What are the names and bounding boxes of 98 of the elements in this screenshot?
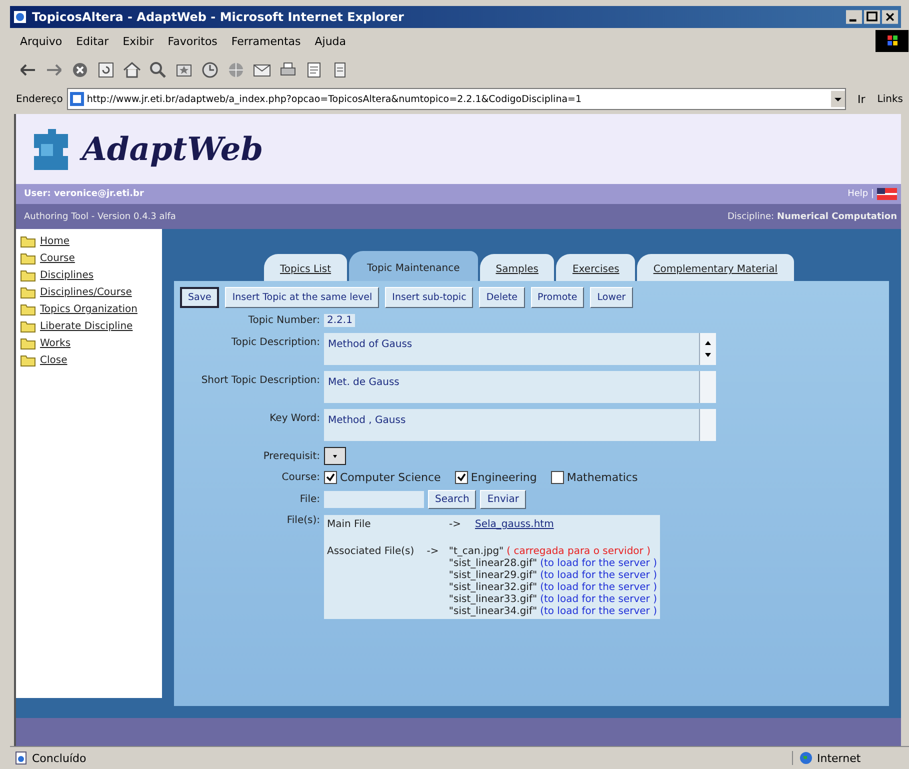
- user-email: User: veronice@jr.eti.br: [24, 189, 144, 199]
- upload-status: (to load for the server ): [540, 594, 657, 605]
- globe-icon: [799, 751, 813, 765]
- close-button[interactable]: [882, 10, 898, 24]
- action-button[interactable]: Insert sub-topic: [385, 287, 474, 308]
- checkbox[interactable]: [550, 471, 564, 484]
- upload-status: (to load for the server ): [540, 558, 657, 569]
- arrow-text: ->: [426, 546, 440, 559]
- action-button[interactable]: Promote: [530, 287, 584, 308]
- file-button[interactable]: Search: [428, 490, 476, 509]
- file-name: "sist_linear32.gif": [448, 582, 538, 593]
- history-icon[interactable]: [200, 60, 220, 80]
- field-label: Topic Number:: [247, 315, 320, 326]
- go-button[interactable]: Ir: [850, 92, 874, 106]
- sidebar-link[interactable]: Disciplines/Course: [40, 287, 132, 298]
- file-button[interactable]: Enviar: [480, 490, 526, 509]
- file-name: "sist_linear34.gif": [448, 606, 538, 617]
- menu-item[interactable]: Exibir: [122, 34, 154, 48]
- logo-text: AdaptWeb: [82, 130, 264, 168]
- menu-item[interactable]: Favoritos: [168, 34, 218, 48]
- field-label: Short Topic Description:: [200, 374, 320, 386]
- minimize-button[interactable]: [846, 10, 862, 24]
- topic-number: 2.2.1: [324, 314, 356, 327]
- folder-icon: [20, 286, 36, 299]
- discipline-name: Numerical Computation: [777, 212, 897, 222]
- maximize-button[interactable]: [864, 10, 880, 24]
- page-icon: [14, 751, 28, 765]
- address-field[interactable]: http://www.jr.eti.br/adaptweb/a_index.php?opcao=TopicosAltera&numtopico=2.2.1&CodigoDisciplina=1: [66, 88, 846, 110]
- text-area[interactable]: Method , Gauss: [324, 409, 716, 441]
- tab[interactable]: Complementary Material: [637, 254, 794, 281]
- sidebar-link[interactable]: Disciplines: [40, 270, 94, 281]
- home-icon[interactable]: [122, 60, 142, 80]
- flag-icon[interactable]: [877, 188, 897, 200]
- upload-status: (to load for the server ): [540, 606, 657, 617]
- field-label: File:: [298, 494, 320, 505]
- browser-icon: [13, 10, 27, 24]
- folder-icon: [20, 320, 36, 333]
- status-text: Concluído: [32, 752, 86, 764]
- sidebar-link[interactable]: Home: [40, 236, 70, 247]
- folder-icon: [20, 235, 36, 248]
- associated-files-label: Associated File(s): [327, 546, 416, 559]
- checkbox[interactable]: [324, 471, 337, 484]
- zone-text: Internet: [817, 752, 861, 764]
- action-button[interactable]: Save: [180, 287, 220, 308]
- action-button[interactable]: Delete: [479, 287, 525, 308]
- checkbox[interactable]: [454, 471, 468, 484]
- field-label: File(s):: [286, 515, 320, 526]
- address-label: Endereço: [16, 94, 63, 104]
- folder-icon: [20, 337, 36, 350]
- prerequisite-dropdown[interactable]: [324, 447, 346, 465]
- tab[interactable]: Topics List: [264, 254, 348, 281]
- folder-icon: [20, 354, 36, 367]
- search-icon[interactable]: [148, 60, 168, 80]
- file-name: "t_can.jpg": [448, 546, 504, 557]
- menu-item[interactable]: Ferramentas: [231, 34, 301, 48]
- folder-icon: [20, 269, 36, 282]
- sidebar-link[interactable]: Course: [40, 253, 75, 264]
- menu-item[interactable]: Arquivo: [20, 34, 62, 48]
- text-area[interactable]: Met. de Gauss: [324, 371, 716, 403]
- upload-status: (to load for the server ): [540, 570, 657, 581]
- field-label: Key Word:: [268, 412, 320, 424]
- refresh-icon[interactable]: [96, 60, 116, 80]
- upload-status: (to load for the server ): [540, 582, 657, 593]
- main-file-label: Main File: [327, 519, 372, 530]
- sidebar-link[interactable]: Works: [40, 338, 71, 349]
- text-area[interactable]: Method of Gauss: [324, 333, 716, 365]
- windows-logo-icon: [875, 30, 909, 52]
- menu-item[interactable]: Editar: [76, 34, 109, 48]
- field-label: Prerequisit:: [262, 450, 320, 462]
- file-name: "sist_linear29.gif": [448, 570, 538, 581]
- action-button[interactable]: Lower: [590, 287, 633, 308]
- discipline-label: Discipline:: [727, 212, 774, 222]
- checkbox-label: Mathematics: [566, 471, 638, 484]
- main-file-link[interactable]: Sela_gauss.htm: [475, 519, 554, 530]
- window-title: TopicosAltera - AdaptWeb - Microsoft Internet Explorer: [32, 10, 405, 24]
- checkbox-label: Computer Science: [340, 471, 441, 484]
- action-button[interactable]: Insert Topic at the same level: [225, 287, 380, 308]
- field-label: Course:: [280, 472, 320, 483]
- version-text: Authoring Tool - Version 0.4.3 alfa: [24, 212, 176, 222]
- arrow-text: ->: [449, 519, 462, 530]
- checkbox-label: Engineering: [470, 471, 537, 484]
- file-name: "sist_linear28.gif": [448, 558, 538, 569]
- file-input[interactable]: [324, 491, 424, 508]
- links-button[interactable]: Links: [877, 94, 903, 104]
- tab[interactable]: Topic Maintenance: [349, 251, 478, 281]
- folder-icon: [20, 303, 36, 316]
- field-label: Topic Description:: [230, 336, 320, 348]
- sidebar-link[interactable]: Liberate Discipline: [40, 321, 133, 332]
- menu-item[interactable]: Ajuda: [314, 34, 346, 48]
- page-icon: [70, 92, 84, 106]
- sidebar-link[interactable]: Topics Organization: [40, 304, 138, 315]
- stop-icon[interactable]: [70, 60, 90, 80]
- tab[interactable]: Exercises: [556, 254, 636, 281]
- file-name: "sist_linear33.gif": [448, 594, 538, 605]
- folder-icon: [20, 252, 36, 265]
- tab[interactable]: Samples: [480, 254, 554, 281]
- upload-status: ( carregada para o servidor ): [506, 546, 650, 557]
- sidebar-link[interactable]: Close: [40, 355, 68, 366]
